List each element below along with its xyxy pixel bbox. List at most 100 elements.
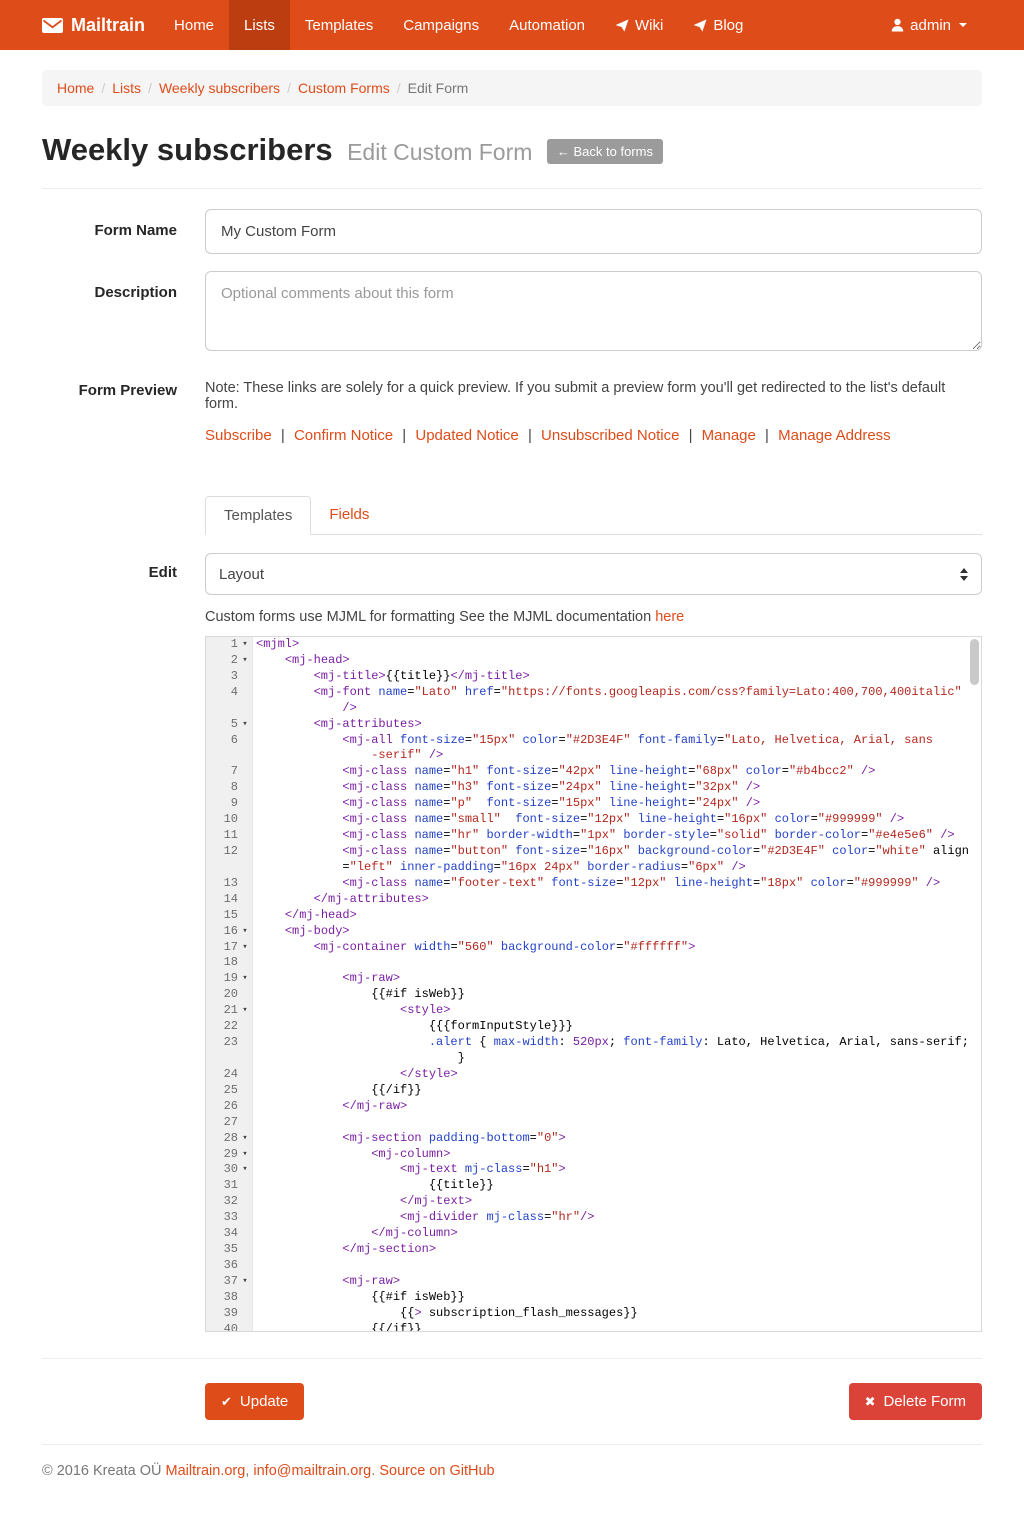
preview-note: Note: These links are solely for a quick… (205, 380, 982, 412)
fold-icon[interactable]: ▾ (238, 924, 252, 940)
code-line: <mj-section padding-bottom="0"> (253, 1131, 566, 1147)
update-button[interactable]: ✔ Update (205, 1383, 304, 1420)
code-line: {{{formInputStyle}}} (253, 1019, 573, 1035)
editor-gutter-cell: 19▾ (206, 971, 253, 987)
fold-slot (238, 1306, 252, 1322)
code-line: {{#if isWeb}} (253, 987, 465, 1003)
breadcrumb-item-home[interactable]: Home (57, 80, 94, 96)
fold-icon[interactable]: ▾ (238, 717, 252, 733)
code-editor[interactable]: 1▾<mjml>2▾ <mj-head>3 <mj-title>{{title}… (205, 636, 982, 1332)
editor-row: 9 <mj-class name="p" font-size="15px" li… (206, 796, 981, 812)
editor-row: 29▾ <mj-column> (206, 1147, 981, 1163)
footer-link-source-on-github[interactable]: Source on GitHub (379, 1463, 494, 1479)
footer-link-mailtrain-org[interactable]: Mailtrain.org (166, 1463, 246, 1479)
fold-icon[interactable]: ▾ (238, 971, 252, 987)
editor-row: 1▾<mjml> (206, 637, 981, 653)
footer-link-info-mailtrain-org[interactable]: info@mailtrain.org (253, 1463, 371, 1479)
edit-label: Edit (42, 553, 205, 595)
editor-gutter-cell: 11 (206, 828, 253, 844)
footer-static-text: © 2016 Kreata OÜ (42, 1463, 166, 1479)
breadcrumb-item-lists[interactable]: Lists (112, 80, 141, 96)
editor-gutter-cell: 35 (206, 1242, 253, 1258)
fold-icon[interactable]: ▾ (238, 940, 252, 956)
breadcrumb-item-custom-forms[interactable]: Custom Forms (298, 80, 390, 96)
tab-fields[interactable]: Fields (311, 496, 387, 535)
editor-row: 32 </mj-text> (206, 1194, 981, 1210)
editor-row: 16▾ <mj-body> (206, 924, 981, 940)
code-line: </mj-head> (253, 908, 357, 924)
form-name-row: Form Name (42, 209, 982, 254)
line-number: 27 (206, 1115, 238, 1131)
nav-item-campaigns[interactable]: Campaigns (388, 0, 494, 50)
nav-item-label: Lists (244, 17, 275, 34)
fold-icon[interactable]: ▾ (238, 653, 252, 669)
editor-gutter-cell: 6 (206, 733, 253, 749)
code-line: </mj-attributes> (253, 892, 429, 908)
fold-icon[interactable]: ▾ (238, 1131, 252, 1147)
editor-row: 13 <mj-class name="footer-text" font-siz… (206, 876, 981, 892)
nav-item-home[interactable]: Home (159, 0, 229, 50)
edit-row: Edit Layout (42, 553, 982, 595)
fold-icon[interactable]: ▾ (238, 1147, 252, 1163)
form-name-input[interactable] (205, 209, 982, 254)
editor-row: 33 <mj-divider mj-class="hr"/> (206, 1210, 981, 1226)
editor-row: 8 <mj-class name="h3" font-size="24px" l… (206, 780, 981, 796)
editor-row: 27 (206, 1115, 981, 1131)
code-line: ="left" inner-padding="16px 24px" border… (253, 860, 746, 876)
line-number: 9 (206, 796, 238, 812)
fold-icon[interactable]: ▾ (238, 637, 252, 653)
nav-item-lists[interactable]: Lists (229, 0, 290, 50)
page-subtitle: Edit Custom Form (347, 139, 532, 165)
fold-slot (238, 955, 252, 971)
code-line: <mj-body> (253, 924, 350, 940)
preview-link-updated-notice[interactable]: Updated Notice (415, 427, 518, 444)
brand[interactable]: Mailtrain (42, 0, 159, 50)
description-label: Description (42, 271, 205, 356)
preview-link-unsubscribed-notice[interactable]: Unsubscribed Notice (541, 427, 679, 444)
back-to-forms-button[interactable]: ← Back to forms (547, 139, 663, 164)
nav-item-templates[interactable]: Templates (290, 0, 388, 50)
fold-slot (238, 1083, 252, 1099)
fold-slot (238, 1051, 252, 1067)
nav-item-wiki[interactable]: Wiki (600, 0, 678, 50)
editor-gutter-cell: 31 (206, 1178, 253, 1194)
line-number: 8 (206, 780, 238, 796)
fold-icon[interactable]: ▾ (238, 1003, 252, 1019)
nav-item-label: Home (174, 17, 214, 34)
editor-gutter-cell (206, 748, 253, 764)
code-line: <mj-class name="p" font-size="15px" line… (253, 796, 760, 812)
envelope-icon (42, 18, 63, 33)
line-number: 22 (206, 1019, 238, 1035)
preview-link-manage-address[interactable]: Manage Address (778, 427, 891, 444)
mjml-docs-link[interactable]: here (655, 609, 684, 625)
editor-gutter-cell: 24 (206, 1067, 253, 1083)
preview-link-separator: | (519, 427, 541, 444)
form-preview-label: Form Preview (42, 380, 205, 444)
description-textarea[interactable] (205, 271, 982, 351)
editor-gutter-cell: 32 (206, 1194, 253, 1210)
editor-gutter-cell: 28▾ (206, 1131, 253, 1147)
nav-item-automation[interactable]: Automation (494, 0, 600, 50)
nav-item-blog[interactable]: Blog (678, 0, 758, 50)
preview-link-manage[interactable]: Manage (702, 427, 756, 444)
delete-form-button[interactable]: ✖ Delete Form (849, 1383, 982, 1420)
tab-templates[interactable]: Templates (205, 496, 311, 535)
editor-scrollbar-thumb[interactable] (970, 639, 979, 685)
fold-slot (238, 844, 252, 860)
user-menu[interactable]: admin (876, 0, 982, 50)
code-line: .alert { max-width: 520px; font-family: … (253, 1035, 969, 1051)
preview-link-subscribe[interactable]: Subscribe (205, 427, 272, 444)
editor-row: 25 {{/if}} (206, 1083, 981, 1099)
breadcrumb-item-weekly-subscribers[interactable]: Weekly subscribers (159, 80, 280, 96)
fold-icon[interactable]: ▾ (238, 1274, 252, 1290)
nav-item-label: Automation (509, 17, 585, 34)
editor-row: 18 (206, 955, 981, 971)
preview-link-confirm-notice[interactable]: Confirm Notice (294, 427, 393, 444)
code-line: <mj-column> (253, 1147, 450, 1163)
fold-icon[interactable]: ▾ (238, 1162, 252, 1178)
edit-template-select[interactable]: Layout (205, 553, 982, 595)
fold-slot (238, 764, 252, 780)
editor-gutter-cell: 39 (206, 1306, 253, 1322)
line-number: 4 (206, 685, 238, 701)
preview-links: Subscribe | Confirm Notice | Updated Not… (205, 427, 982, 444)
